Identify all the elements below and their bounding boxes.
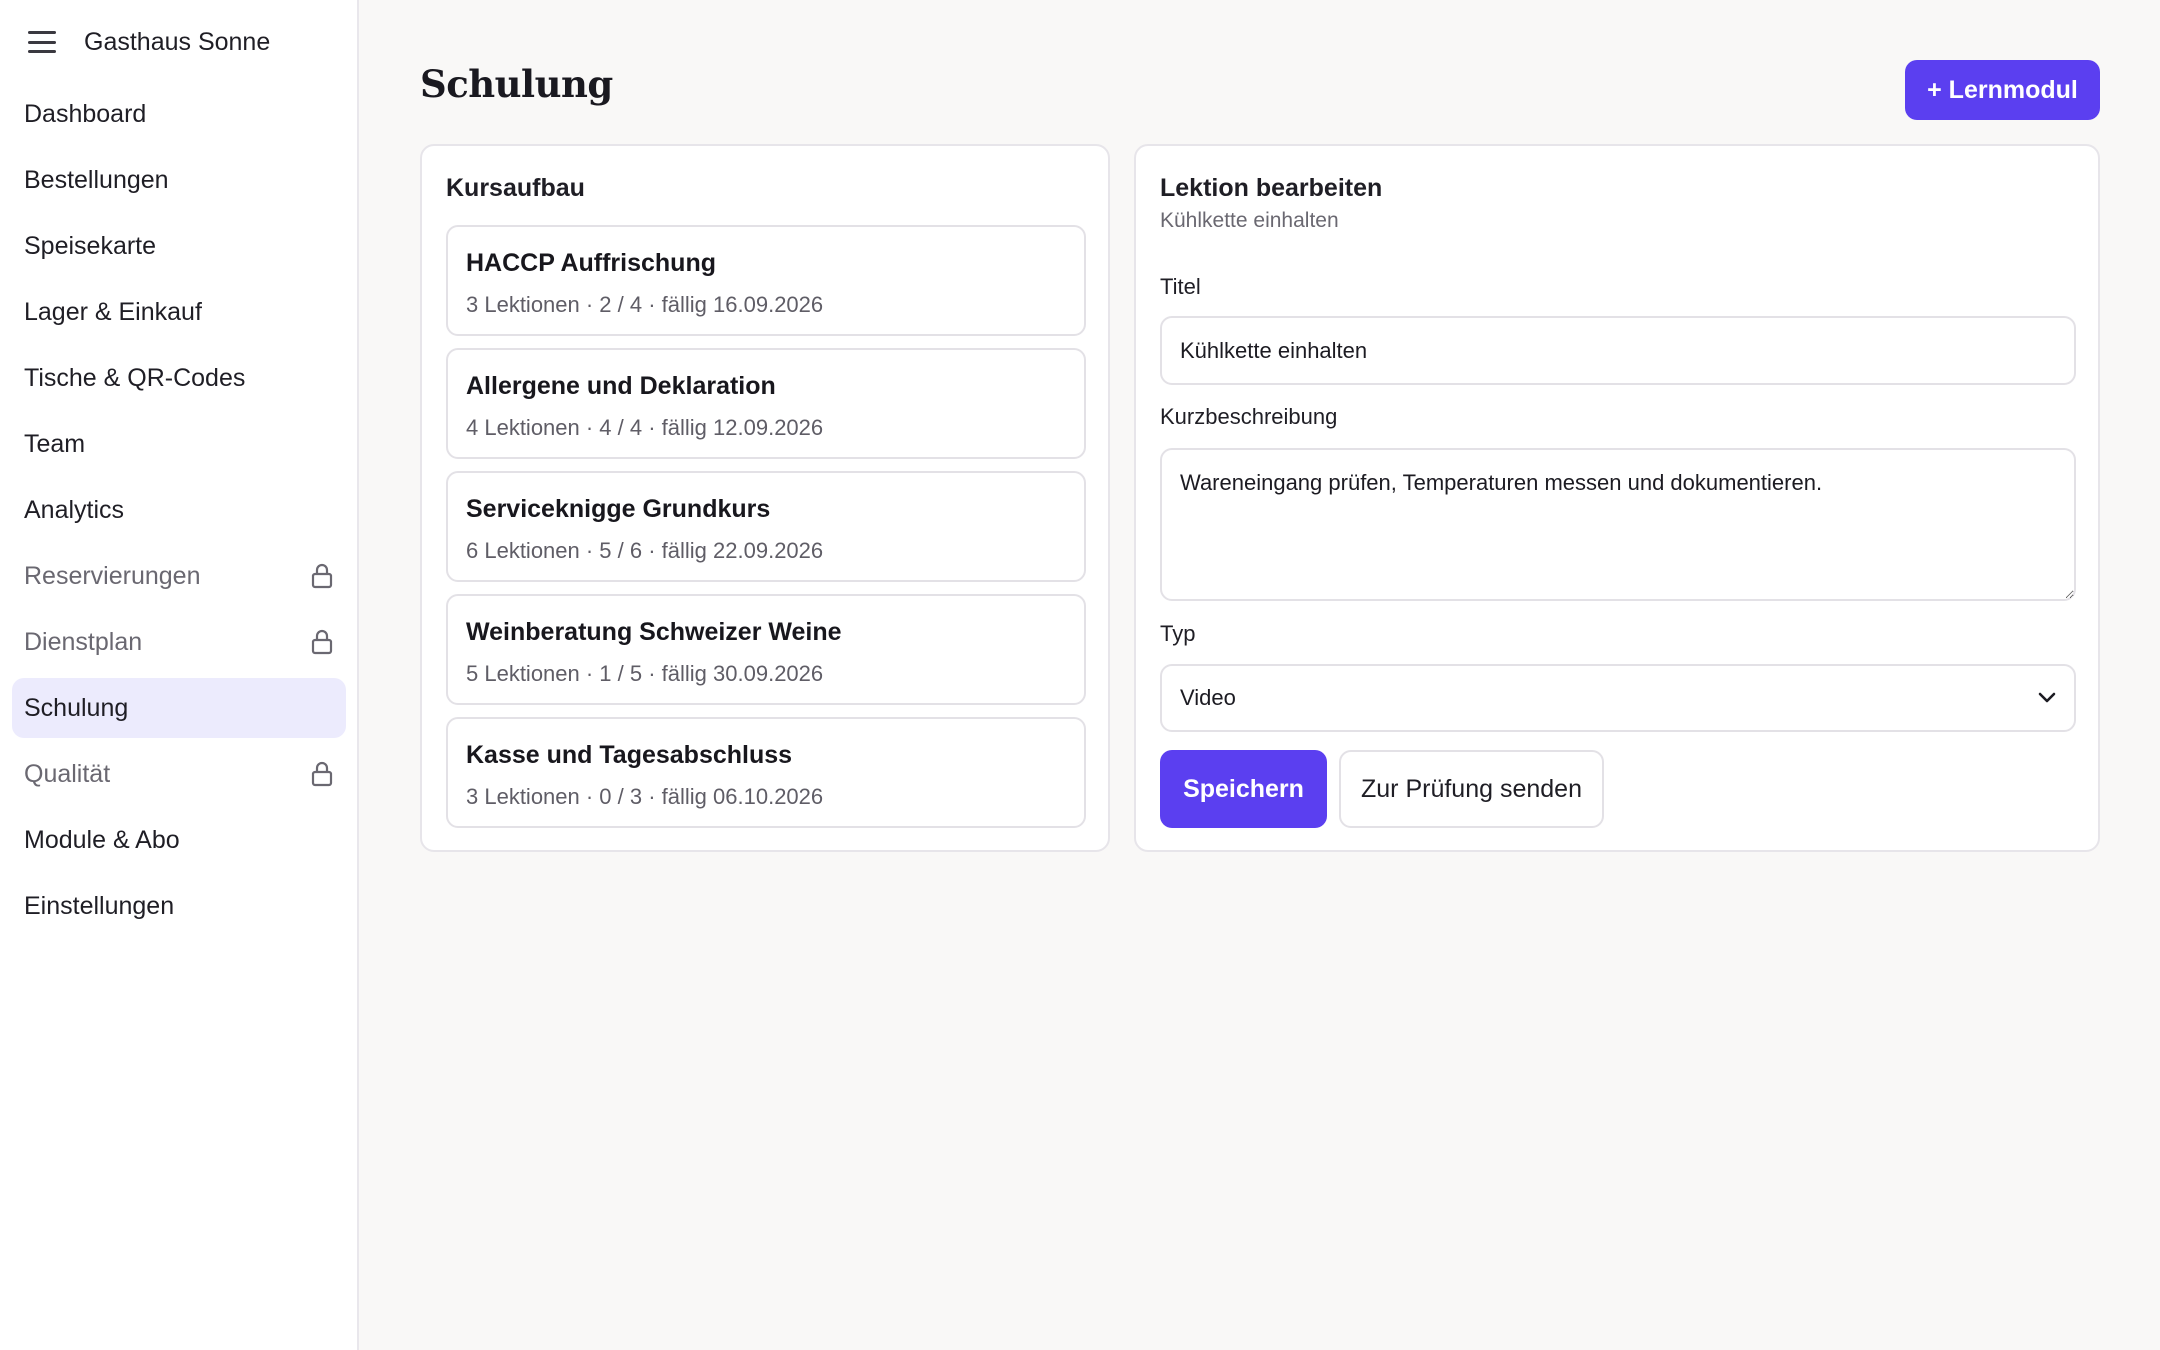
sidebar: Gasthaus Sonne Dashboard Bestellungen Sp…: [0, 0, 359, 1350]
add-lernmodul-button[interactable]: + Lernmodul: [1905, 60, 2100, 120]
lock-icon: [311, 563, 333, 589]
title-label: Titel: [1160, 274, 1201, 299]
course-title: Weinberatung Schweizer Weine: [466, 618, 842, 646]
course-meta: 3 Lektionen · 2 / 4 · fällig 16.09.2026: [466, 292, 824, 317]
menu-icon[interactable]: [28, 31, 56, 53]
sidebar-item-team[interactable]: Team: [12, 414, 346, 474]
sidebar-item-label: Schulung: [24, 693, 129, 722]
brand: Gasthaus Sonne: [28, 22, 270, 62]
page-title: Schulung: [420, 62, 613, 106]
title-input[interactable]: [1160, 316, 2076, 385]
sidebar-item-label: Qualität: [24, 759, 111, 788]
course-card[interactable]: HACCP Auffrischung 3 Lektionen · 2 / 4 ·…: [446, 225, 1086, 336]
sidebar-item-label: Team: [24, 429, 86, 458]
chevron-down-icon: [2038, 692, 2056, 703]
sidebar-item-schulung[interactable]: Schulung: [12, 678, 346, 738]
app-name: Gasthaus Sonne: [84, 27, 271, 56]
course-list: HACCP Auffrischung 3 Lektionen · 2 / 4 ·…: [446, 225, 1086, 840]
sidebar-item-einstellungen[interactable]: Einstellungen: [12, 876, 346, 936]
sidebar-item-tische-qr-codes[interactable]: Tische & QR-Codes: [12, 348, 346, 408]
sidebar-item-label: Analytics: [24, 495, 125, 524]
course-meta: 6 Lektionen · 5 / 6 · fällig 22.09.2026: [466, 538, 824, 563]
sidebar-item-label: Dienstplan: [24, 627, 143, 656]
sidebar-item-dashboard[interactable]: Dashboard: [12, 84, 346, 144]
panel-heading: Lektion bearbeiten: [1160, 174, 1383, 202]
lesson-subtitle: Kühlkette einhalten: [1160, 209, 1339, 232]
sidebar-item-label: Lager & Einkauf: [24, 297, 202, 326]
lock-icon: [311, 629, 333, 655]
submit-review-button[interactable]: Zur Prüfung senden: [1339, 750, 1604, 828]
lock-icon: [311, 761, 333, 787]
sidebar-item-label: Bestellungen: [24, 165, 169, 194]
sidebar-item-module-abo[interactable]: Module & Abo: [12, 810, 346, 870]
type-select-value: Video: [1180, 685, 1236, 710]
course-title: Allergene und Deklaration: [466, 372, 776, 400]
sidebar-item-bestellungen[interactable]: Bestellungen: [12, 150, 346, 210]
course-card[interactable]: Serviceknigge Grundkurs 6 Lektionen · 5 …: [446, 471, 1086, 582]
sidebar-item-dienstplan[interactable]: Dienstplan: [12, 612, 346, 672]
course-meta: 5 Lektionen · 1 / 5 · fällig 30.09.2026: [466, 661, 824, 686]
type-label: Typ: [1160, 621, 1196, 646]
description-textarea[interactable]: Wareneingang prüfen, Temperaturen messen…: [1160, 448, 2076, 601]
sidebar-item-qualitaet[interactable]: Qualität: [12, 744, 346, 804]
sidebar-item-lager-einkauf[interactable]: Lager & Einkauf: [12, 282, 346, 342]
sidebar-item-label: Reservierungen: [24, 561, 201, 590]
sidebar-nav: Dashboard Bestellungen Speisekarte Lager…: [12, 84, 346, 942]
course-title: HACCP Auffrischung: [466, 249, 716, 277]
sidebar-item-analytics[interactable]: Analytics: [12, 480, 346, 540]
sidebar-item-reservierungen[interactable]: Reservierungen: [12, 546, 346, 606]
description-label: Kurzbeschreibung: [1160, 404, 1338, 429]
course-title: Kasse und Tagesabschluss: [466, 741, 793, 769]
sidebar-item-speisekarte[interactable]: Speisekarte: [12, 216, 346, 276]
lesson-editor-panel: Lektion bearbeiten Kühlkette einhalten T…: [1134, 144, 2100, 852]
course-card[interactable]: Kasse und Tagesabschluss 3 Lektionen · 0…: [446, 717, 1086, 828]
course-structure-panel: Kursaufbau HACCP Auffrischung 3 Lektione…: [420, 144, 1110, 852]
sidebar-item-label: Speisekarte: [24, 231, 157, 260]
sidebar-item-label: Tische & QR-Codes: [24, 363, 246, 392]
course-title: Serviceknigge Grundkurs: [466, 495, 771, 523]
course-meta: 4 Lektionen · 4 / 4 · fällig 12.09.2026: [466, 415, 824, 440]
panel-heading: Kursaufbau: [446, 174, 585, 202]
course-card[interactable]: Allergene und Deklaration 4 Lektionen · …: [446, 348, 1086, 459]
course-card[interactable]: Weinberatung Schweizer Weine 5 Lektionen…: [446, 594, 1086, 705]
course-meta: 3 Lektionen · 0 / 3 · fällig 06.10.2026: [466, 784, 824, 809]
sidebar-item-label: Einstellungen: [24, 891, 175, 920]
sidebar-item-label: Dashboard: [24, 99, 147, 128]
save-button[interactable]: Speichern: [1160, 750, 1327, 828]
type-select[interactable]: Video: [1160, 664, 2076, 732]
sidebar-item-label: Module & Abo: [24, 825, 180, 854]
